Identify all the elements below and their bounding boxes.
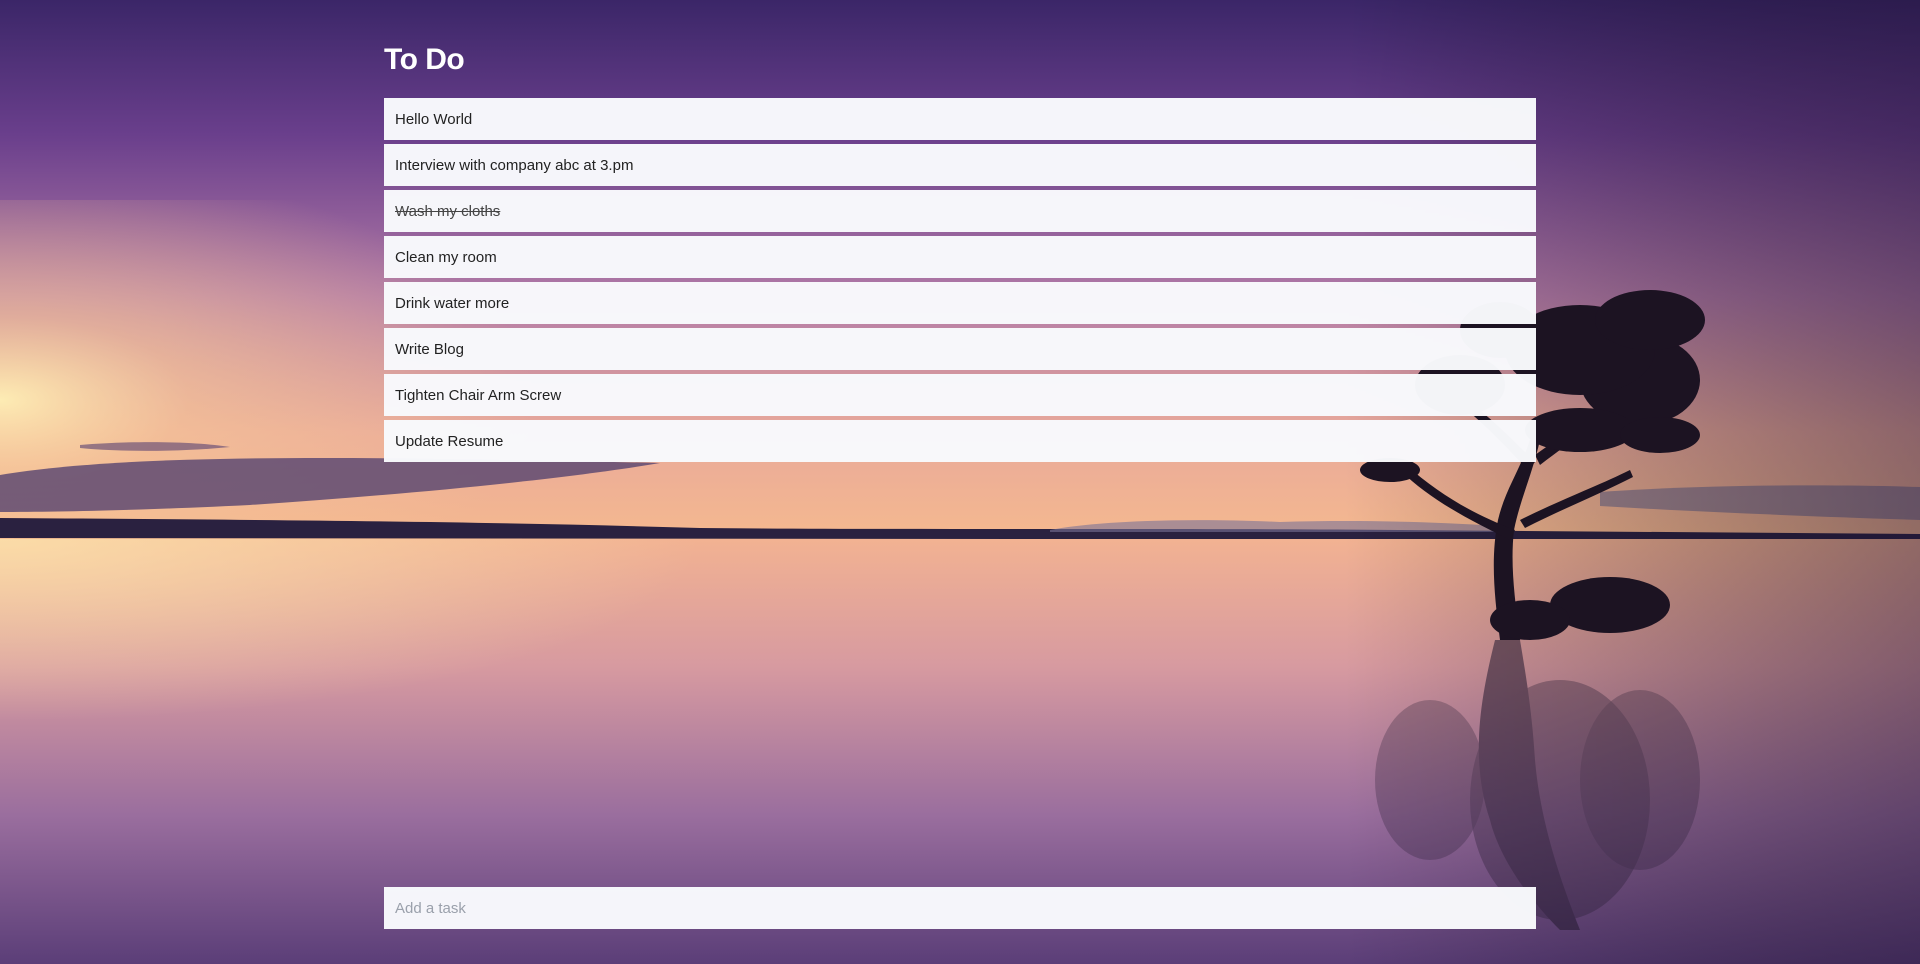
todo-app: To Do Hello World Interview with company… xyxy=(384,0,1536,964)
task-label: Drink water more xyxy=(395,294,510,312)
add-task-input[interactable] xyxy=(384,887,1536,929)
task-item[interactable]: Wash my cloths xyxy=(384,190,1536,232)
task-list: Hello World Interview with company abc a… xyxy=(384,98,1536,466)
task-item[interactable]: Clean my room xyxy=(384,236,1536,278)
task-item[interactable]: Drink water more xyxy=(384,282,1536,324)
task-item[interactable]: Update Resume xyxy=(384,420,1536,462)
task-item[interactable]: Tighten Chair Arm Screw xyxy=(384,374,1536,416)
page-title: To Do xyxy=(384,43,465,76)
task-label: Hello World xyxy=(395,110,473,128)
task-label: Clean my room xyxy=(395,248,497,266)
task-label: Write Blog xyxy=(395,340,464,358)
task-label: Tighten Chair Arm Screw xyxy=(395,386,562,404)
task-label: Wash my cloths xyxy=(395,202,501,220)
task-item[interactable]: Hello World xyxy=(384,98,1536,140)
task-item[interactable]: Write Blog xyxy=(384,328,1536,370)
task-label: Update Resume xyxy=(395,432,504,450)
task-label: Interview with company abc at 3.pm xyxy=(395,156,634,174)
task-item[interactable]: Interview with company abc at 3.pm xyxy=(384,144,1536,186)
